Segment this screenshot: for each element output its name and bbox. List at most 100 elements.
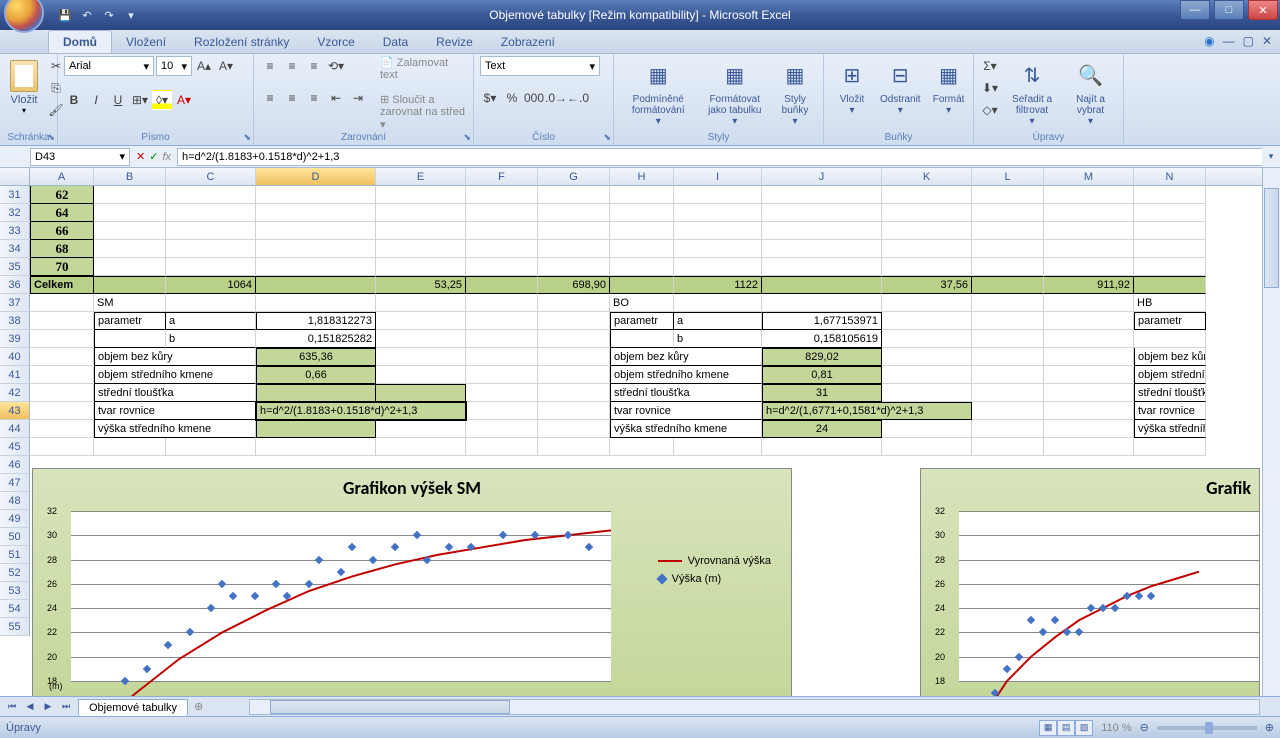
sheet-last-icon[interactable]: ⏭ bbox=[58, 700, 74, 714]
chart-bo[interactable]: Grafik 1820222426283032 bbox=[920, 468, 1260, 696]
row-header-49[interactable]: 49 bbox=[0, 510, 30, 528]
cell-E36[interactable]: 53,25 bbox=[376, 276, 466, 294]
cell-D39[interactable]: 0,151825282 bbox=[256, 330, 376, 348]
cell-N43[interactable]: tvar rovnice bbox=[1134, 402, 1206, 420]
grow-font-icon[interactable]: A▴ bbox=[194, 56, 214, 76]
row-header-40[interactable]: 40 bbox=[0, 348, 30, 366]
autosum-icon[interactable]: Σ▾ bbox=[980, 56, 1000, 76]
sheet-prev-icon[interactable]: ◀ bbox=[22, 700, 38, 714]
row-header-32[interactable]: 32 bbox=[0, 204, 30, 222]
align-center-icon[interactable]: ≡ bbox=[282, 88, 302, 108]
indent-dec-icon[interactable]: ⇤ bbox=[326, 88, 346, 108]
col-header-K[interactable]: K bbox=[882, 168, 972, 186]
close-doc-icon[interactable]: ✕ bbox=[1262, 34, 1272, 48]
view-normal-icon[interactable]: ▦ bbox=[1039, 720, 1057, 736]
cell-L36[interactable] bbox=[972, 276, 1044, 294]
help-icon[interactable]: ◉ bbox=[1204, 34, 1214, 48]
col-header-N[interactable]: N bbox=[1134, 168, 1206, 186]
zoom-out-icon[interactable]: ⊖ bbox=[1140, 721, 1149, 734]
cell-A36[interactable]: Celkem bbox=[30, 276, 94, 294]
orientation-icon[interactable]: ⟲▾ bbox=[326, 56, 346, 76]
cell-D40[interactable]: 635,36 bbox=[256, 348, 376, 366]
cell-J43[interactable]: h=d^2/(1,6771+0,1581*d)^2+1,3 bbox=[762, 402, 972, 420]
sort-filter-button[interactable]: ⇅Seřadit a filtrovat▾ bbox=[1000, 56, 1064, 131]
fill-color-button[interactable]: ◊▾ bbox=[152, 90, 172, 110]
font-expand-icon[interactable]: ⬊ bbox=[243, 132, 251, 143]
cell-M36[interactable]: 911,92 bbox=[1044, 276, 1134, 294]
office-button[interactable] bbox=[4, 0, 44, 33]
cell-I36[interactable]: 1122 bbox=[674, 276, 762, 294]
align-middle-icon[interactable]: ≡ bbox=[282, 56, 302, 76]
formula-input[interactable]: h=d^2/(1.8183+0.1518*d)^2+1,3 bbox=[177, 148, 1262, 166]
font-size-combo[interactable]: 10▾ bbox=[156, 56, 192, 76]
cell-J39[interactable]: 0,158105619 bbox=[762, 330, 882, 348]
cell-A33[interactable]: 66 bbox=[30, 222, 94, 240]
row-header-48[interactable]: 48 bbox=[0, 492, 30, 510]
number-expand-icon[interactable]: ⬊ bbox=[603, 132, 611, 143]
select-all-corner[interactable] bbox=[0, 168, 30, 186]
row-header-31[interactable]: 31 bbox=[0, 186, 30, 204]
new-sheet-icon[interactable]: ⊕ bbox=[188, 700, 209, 713]
zoom-percent[interactable]: 110 % bbox=[1101, 722, 1131, 734]
tab-formulas[interactable]: Vzorce bbox=[303, 31, 368, 53]
cell-E42[interactable] bbox=[376, 384, 466, 402]
tab-pagelayout[interactable]: Rozložení stránky bbox=[180, 31, 303, 53]
cell-A35[interactable]: 70 bbox=[30, 258, 94, 276]
fx-icon[interactable]: fx bbox=[162, 151, 171, 163]
delete-cells-button[interactable]: ⊟Odstranit▾ bbox=[874, 56, 927, 120]
cell-H40[interactable]: objem bez kůry bbox=[610, 348, 762, 366]
cell-K36[interactable]: 37,56 bbox=[882, 276, 972, 294]
col-header-D[interactable]: D bbox=[256, 168, 376, 186]
find-select-button[interactable]: 🔍Najít a vybrat▾ bbox=[1064, 56, 1117, 131]
font-color-button[interactable]: A▾ bbox=[174, 90, 194, 110]
row-header-38[interactable]: 38 bbox=[0, 312, 30, 330]
col-header-F[interactable]: F bbox=[466, 168, 538, 186]
col-header-C[interactable]: C bbox=[166, 168, 256, 186]
cell-D44[interactable] bbox=[256, 420, 376, 438]
zoom-slider[interactable] bbox=[1157, 726, 1257, 730]
col-header-B[interactable]: B bbox=[94, 168, 166, 186]
worksheet-grid[interactable]: ABCDEFGHIJKLMN 3132333435363738394041424… bbox=[0, 168, 1280, 696]
cell-C38[interactable]: a bbox=[166, 312, 256, 330]
restore-icon[interactable]: ▢ bbox=[1243, 34, 1254, 48]
cell-D43[interactable]: h=d^2/(1.8183+0.1518*d)^2+1,3 bbox=[256, 402, 466, 420]
row-header-52[interactable]: 52 bbox=[0, 564, 30, 582]
align-expand-icon[interactable]: ⬊ bbox=[463, 132, 471, 143]
horizontal-scrollbar[interactable] bbox=[249, 699, 1260, 715]
align-top-icon[interactable]: ≡ bbox=[260, 56, 280, 76]
tab-data[interactable]: Data bbox=[369, 31, 422, 53]
row-header-53[interactable]: 53 bbox=[0, 582, 30, 600]
row-header-50[interactable]: 50 bbox=[0, 528, 30, 546]
cell-J38[interactable]: 1,677153971 bbox=[762, 312, 882, 330]
number-format-combo[interactable]: Text▾ bbox=[480, 56, 600, 76]
col-header-M[interactable]: M bbox=[1044, 168, 1134, 186]
cell-B37[interactable]: SM bbox=[94, 294, 166, 312]
tab-home[interactable]: Domů bbox=[48, 30, 112, 53]
wrap-text-button[interactable]: 📄 Zalamovat text bbox=[380, 56, 467, 81]
cell-C36[interactable]: 1064 bbox=[166, 276, 256, 294]
cell-J40[interactable]: 829,02 bbox=[762, 348, 882, 366]
vertical-scrollbar[interactable] bbox=[1262, 168, 1280, 696]
cell-N42[interactable]: střední tloušťka bbox=[1134, 384, 1206, 402]
chart-sm[interactable]: Grafikon výšek SM 1820222426283032 Vyrov… bbox=[32, 468, 792, 696]
row-header-47[interactable]: 47 bbox=[0, 474, 30, 492]
cancel-formula-icon[interactable]: ✕ bbox=[136, 150, 145, 163]
row-header-33[interactable]: 33 bbox=[0, 222, 30, 240]
cell-G36[interactable]: 698,90 bbox=[538, 276, 610, 294]
cell-B42[interactable]: střední tloušťka bbox=[94, 384, 256, 402]
scrollbar-thumb[interactable] bbox=[270, 700, 510, 714]
cell-J42[interactable]: 31 bbox=[762, 384, 882, 402]
cell-D38[interactable]: 1,818312273 bbox=[256, 312, 376, 330]
shrink-font-icon[interactable]: A▾ bbox=[216, 56, 236, 76]
cell-B40[interactable]: objem bez kůry bbox=[94, 348, 256, 366]
row-header-44[interactable]: 44 bbox=[0, 420, 30, 438]
row-header-39[interactable]: 39 bbox=[0, 330, 30, 348]
merge-center-button[interactable]: ⊞ Sloučit a zarovnat na střed ▾ bbox=[380, 93, 467, 131]
indent-inc-icon[interactable]: ⇥ bbox=[348, 88, 368, 108]
cell-H43[interactable]: tvar rovnice bbox=[610, 402, 762, 420]
sheet-next-icon[interactable]: ▶ bbox=[40, 700, 56, 714]
col-header-J[interactable]: J bbox=[762, 168, 882, 186]
row-header-41[interactable]: 41 bbox=[0, 366, 30, 384]
tab-review[interactable]: Revize bbox=[422, 31, 487, 53]
cell-B38[interactable]: parametr bbox=[94, 312, 166, 330]
